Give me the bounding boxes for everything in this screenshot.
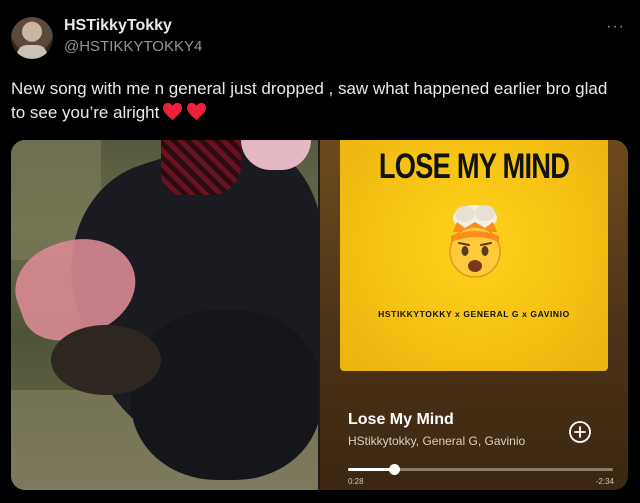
user-handle[interactable]: @HSTIKKYTOKKY4 xyxy=(64,38,202,55)
heart-emoji-icon xyxy=(186,102,207,128)
add-to-library-icon[interactable] xyxy=(568,420,592,444)
exploding-head-icon xyxy=(449,205,501,278)
progress-fill xyxy=(348,468,394,471)
tweet-text: New song with me n general just dropped … xyxy=(11,77,626,128)
cover-title: LOSE MY MIND xyxy=(378,147,570,186)
cover-artists: HSTIKKYTOKKY x GENERAL G x GAVINIO xyxy=(378,309,570,319)
progress-handle[interactable] xyxy=(388,464,400,475)
avatar[interactable] xyxy=(11,17,53,59)
progress-bar[interactable] xyxy=(348,464,613,475)
tweet-media[interactable]: LOSE MY MIND HSTIKKYTOKKY x GENERAL G x … xyxy=(11,140,628,490)
display-name[interactable]: HSTikkyTokky xyxy=(64,17,172,35)
more-options-icon[interactable]: ··· xyxy=(606,18,625,36)
heart-emoji-icon xyxy=(162,102,183,128)
song-title[interactable]: Lose My Mind xyxy=(348,411,454,429)
time-remaining: -2:34 xyxy=(595,477,614,486)
album-cover[interactable]: LOSE MY MIND HSTIKKYTOKKY x GENERAL G x … xyxy=(340,140,608,371)
tweet-body: New song with me n general just dropped … xyxy=(11,79,608,122)
video-thumbnail[interactable] xyxy=(11,140,318,490)
time-elapsed: 0:28 xyxy=(348,477,364,486)
song-artists[interactable]: HStikkytokky, General G, Gavinio xyxy=(348,434,525,448)
music-player: LOSE MY MIND HSTIKKYTOKKY x GENERAL G x … xyxy=(320,140,628,490)
